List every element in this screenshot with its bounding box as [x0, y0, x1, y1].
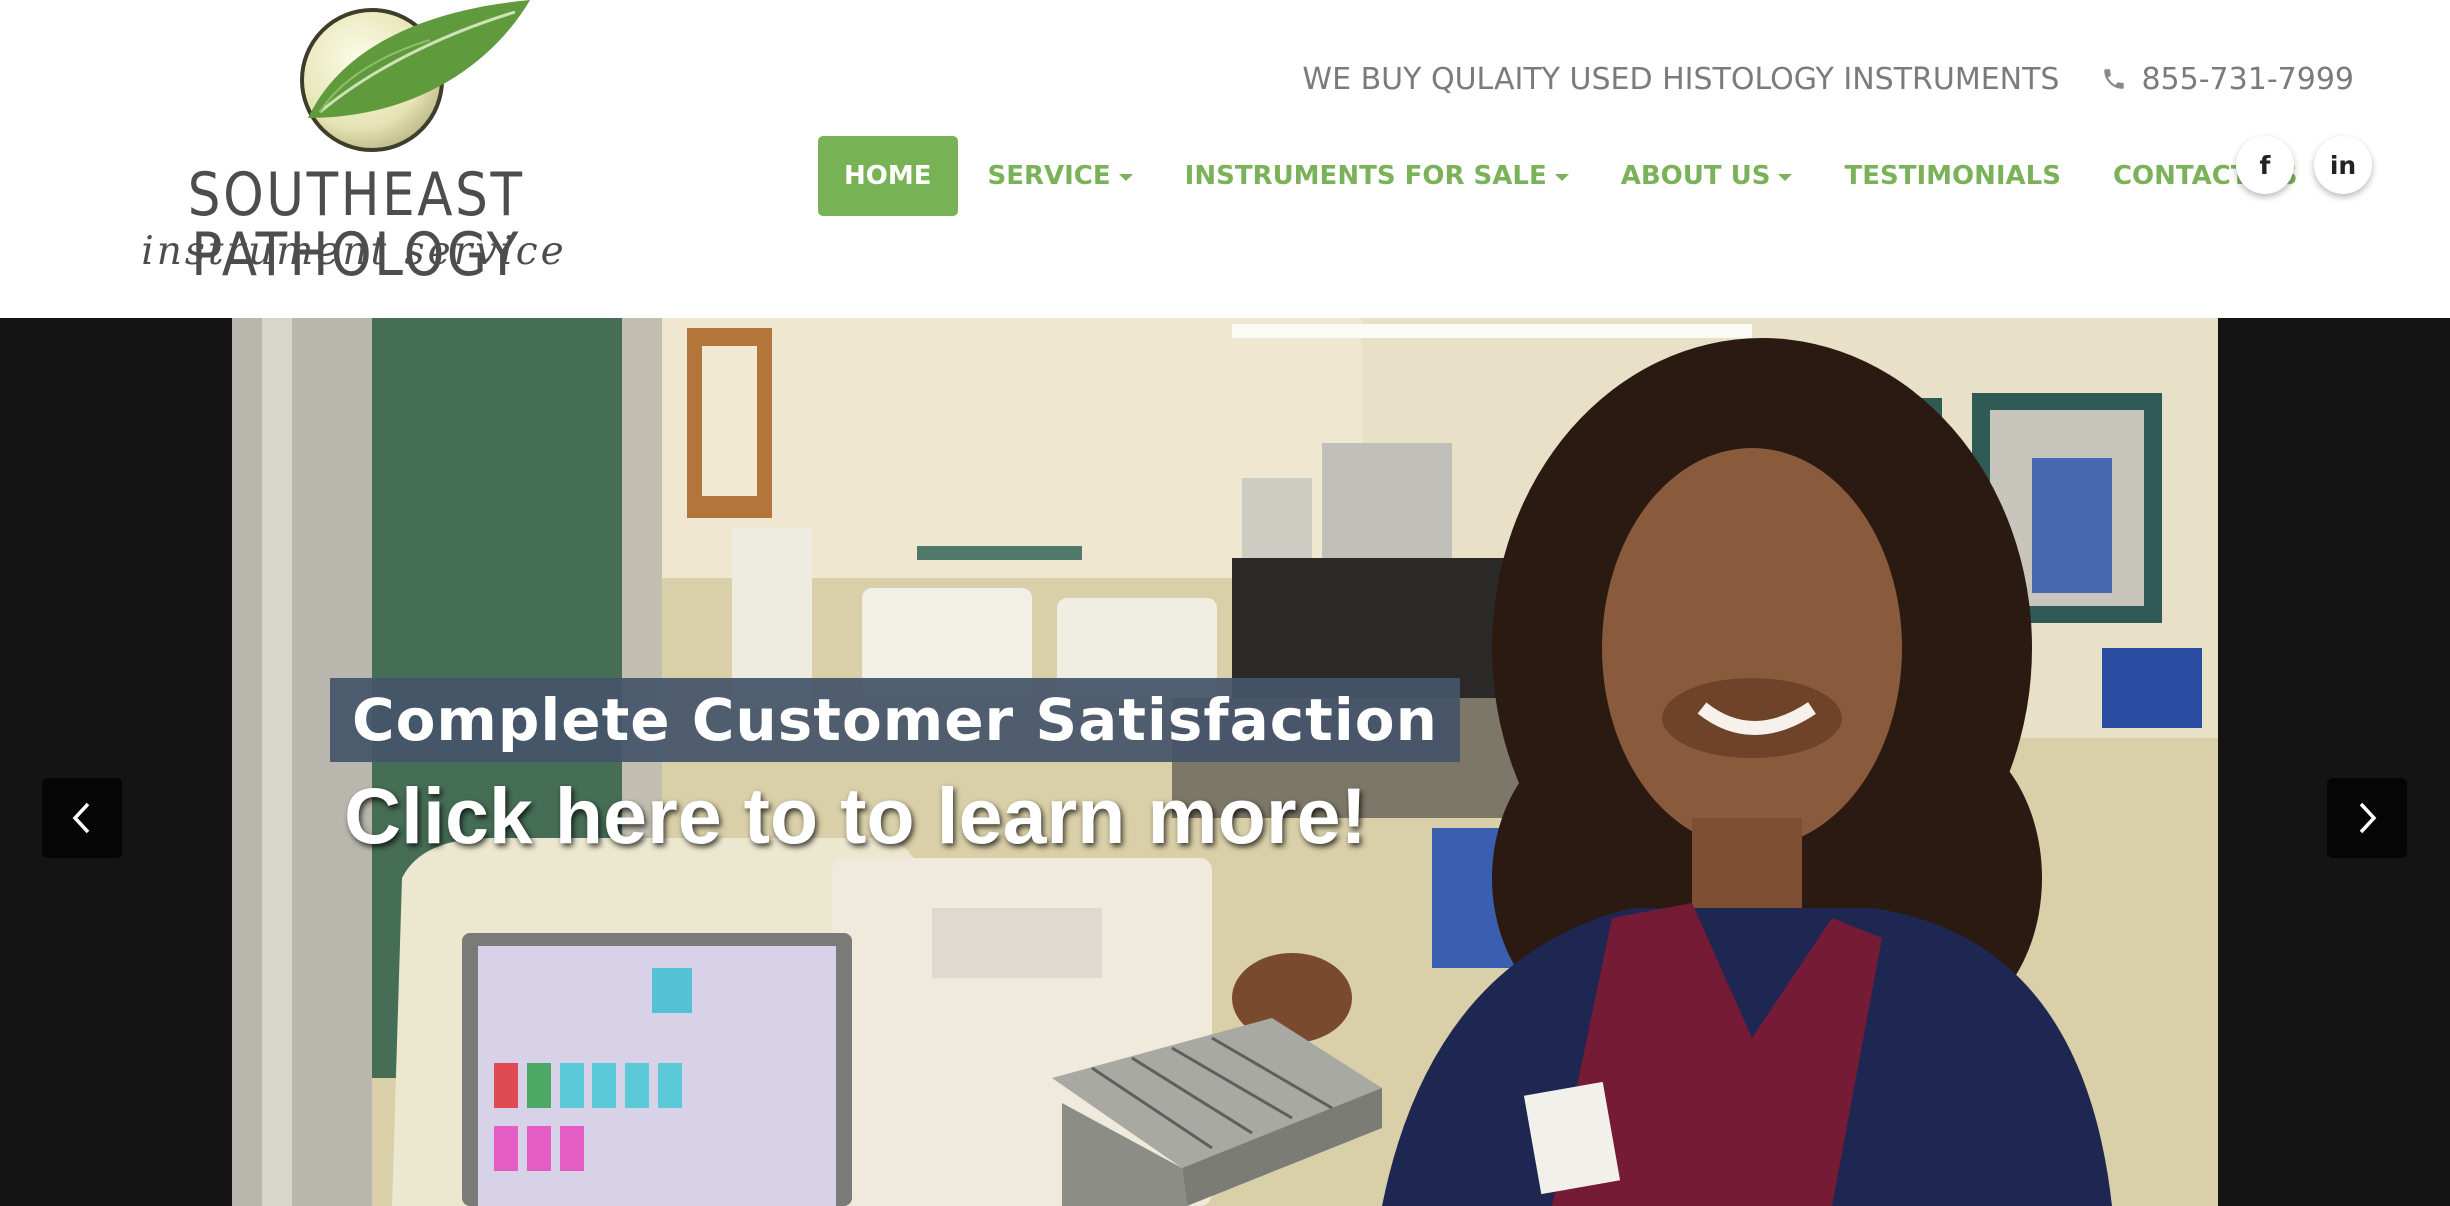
nav-item-service[interactable]: SERVICE: [962, 136, 1159, 216]
carousel-slide-photo: [232, 318, 2218, 1206]
chevron-left-icon: [72, 802, 90, 834]
phone-contact[interactable]: 855-731-7999: [2101, 62, 2354, 97]
nav-item-home[interactable]: HOME: [818, 136, 958, 216]
nav-item-testimonials[interactable]: TESTIMONIALS: [1818, 136, 2086, 216]
hero-carousel: Complete Customer Satisfaction Click her…: [0, 318, 2450, 1206]
logo-tagline: instrument service: [141, 229, 567, 274]
carousel-next-button[interactable]: [2327, 778, 2407, 858]
site-logo[interactable]: SOUTHEAST PATHOLOGY instrument service: [84, 0, 644, 290]
nav-item-label: HOME: [844, 161, 932, 191]
social-links: f in: [2236, 136, 2372, 194]
nav-item-about-us[interactable]: ABOUT US: [1595, 136, 1819, 216]
carousel-caption-title: Complete Customer Satisfaction: [330, 678, 1460, 762]
site-header: SOUTHEAST PATHOLOGY instrument service W…: [0, 0, 2450, 318]
phone-number: 855-731-7999: [2141, 61, 2354, 97]
facebook-icon[interactable]: f: [2236, 136, 2294, 194]
carousel-prev-button[interactable]: [42, 778, 122, 858]
nav-item-label: ABOUT US: [1620, 161, 1771, 191]
caret-down-icon: [1554, 173, 1569, 181]
caret-down-icon: [1118, 173, 1133, 181]
caret-down-icon: [1778, 173, 1793, 181]
phone-icon: [2104, 69, 2125, 89]
nav-item-label: TESTIMONIALS: [1844, 161, 2061, 191]
buy-instruments-notice: WE BUY QULAITY USED HISTOLOGY INSTRUMENT…: [1302, 61, 2060, 97]
lab-technician-photo: [232, 318, 2218, 1206]
leaf-logo-icon: [300, 0, 530, 152]
nav-item-label: INSTRUMENTS FOR SALE: [1184, 161, 1547, 191]
main-nav: HOME SERVICE INSTRUMENTS FOR SALE ABOUT …: [818, 136, 2323, 216]
top-contact-bar: WE BUY QULAITY USED HISTOLOGY INSTRUMENT…: [1302, 58, 2354, 100]
nav-item-instruments-for-sale[interactable]: INSTRUMENTS FOR SALE: [1159, 136, 1595, 216]
nav-item-label: SERVICE: [987, 161, 1111, 191]
linkedin-icon[interactable]: in: [2314, 136, 2372, 194]
chevron-right-icon: [2359, 802, 2377, 834]
carousel-learn-more-link[interactable]: Click here to to learn more!: [344, 770, 1367, 862]
